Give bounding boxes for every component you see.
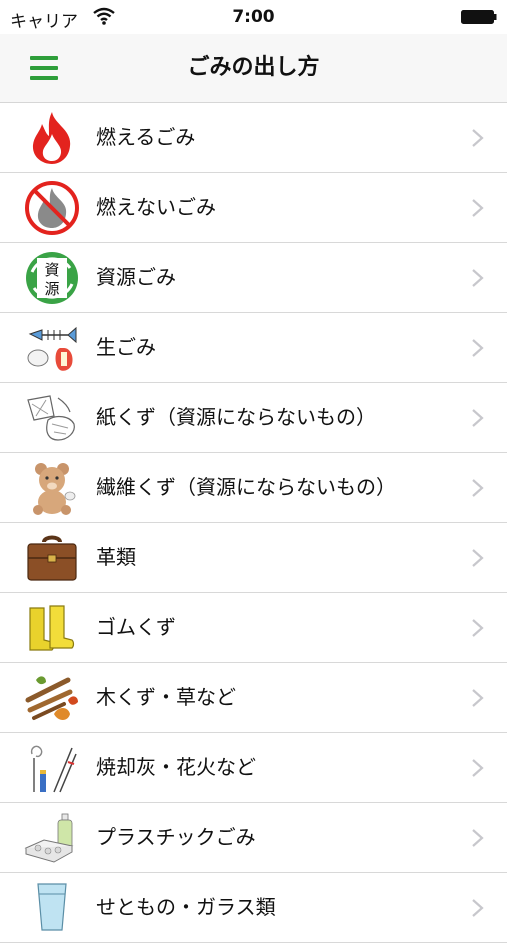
list-item-label: 燃えるごみ <box>96 125 196 149</box>
chevron-right-icon <box>472 899 484 917</box>
list-item-leather[interactable]: 革類 <box>0 523 507 593</box>
list-item-label: 資源ごみ <box>96 265 176 289</box>
list-item-paper-scraps[interactable]: 紙くず（資源にならないもの） <box>0 383 507 453</box>
chevron-right-icon <box>472 269 484 287</box>
list-item-label: プラスチックごみ <box>96 825 256 849</box>
wood-grass-icon <box>25 676 78 720</box>
food-waste-icon <box>27 326 77 371</box>
chevron-right-icon <box>472 689 484 707</box>
chevron-right-icon <box>472 339 484 357</box>
chevron-right-icon <box>472 759 484 777</box>
chevron-right-icon <box>472 129 484 147</box>
status-time: 7:00 <box>232 7 275 27</box>
list-item-label: 繊維くず（資源にならないもの） <box>96 475 396 499</box>
list-item-label: 焼却灰・花火など <box>96 755 256 779</box>
garbage-category-list: 燃えるごみ 燃えないごみ 資 源 資源ごみ 生ごみ 紙くず（資源にならないもの）… <box>0 103 507 943</box>
chevron-right-icon <box>472 549 484 567</box>
list-item-ash-fireworks[interactable]: 焼却灰・花火など <box>0 733 507 803</box>
paper-scraps-icon <box>27 395 75 441</box>
hamburger-menu-icon[interactable] <box>25 52 65 84</box>
list-item-rubber[interactable]: ゴムくず <box>0 593 507 663</box>
svg-text:源: 源 <box>44 280 59 298</box>
leather-bag-icon <box>27 535 77 581</box>
chevron-right-icon <box>472 829 484 847</box>
list-item-label: 木くず・草など <box>96 685 236 709</box>
teddy-bear-icon <box>33 463 76 515</box>
glass-icon <box>37 883 67 931</box>
ash-fireworks-icon <box>30 745 77 793</box>
list-item-label: ゴムくず <box>96 615 176 639</box>
list-item-burnable[interactable]: 燃えるごみ <box>0 103 507 173</box>
svg-text:資: 資 <box>44 261 59 279</box>
status-bar: キャリア 7:00 <box>0 0 507 34</box>
navigation-bar: ごみの出し方 <box>0 34 507 103</box>
list-item-food-waste[interactable]: 生ごみ <box>0 313 507 383</box>
chevron-right-icon <box>472 199 484 217</box>
plastic-icon <box>24 813 74 863</box>
chevron-right-icon <box>472 409 484 427</box>
battery-icon <box>461 10 497 24</box>
list-item-plastic[interactable]: プラスチックごみ <box>0 803 507 873</box>
recycle-resource-icon: 資 源 <box>26 252 78 304</box>
chevron-right-icon <box>472 619 484 637</box>
list-item-label: 紙くず（資源にならないもの） <box>96 405 376 429</box>
page-title: ごみの出し方 <box>187 55 320 80</box>
list-item-non-burnable[interactable]: 燃えないごみ <box>0 173 507 243</box>
list-item-textile-scraps[interactable]: 繊維くず（資源にならないもの） <box>0 453 507 523</box>
list-item-label: 生ごみ <box>96 335 156 359</box>
no-fire-icon <box>25 181 79 235</box>
list-item-label: 革類 <box>96 545 136 569</box>
list-item-label: 燃えないごみ <box>96 195 216 219</box>
list-item-resources[interactable]: 資 源 資源ごみ <box>0 243 507 313</box>
list-item-wood-grass[interactable]: 木くず・草など <box>0 663 507 733</box>
list-item-ceramics-glass[interactable]: せともの・ガラス類 <box>0 873 507 943</box>
rubber-boots-icon <box>29 605 75 651</box>
list-item-label: せともの・ガラス類 <box>96 895 276 919</box>
chevron-right-icon <box>472 479 484 497</box>
fire-icon <box>32 112 71 164</box>
